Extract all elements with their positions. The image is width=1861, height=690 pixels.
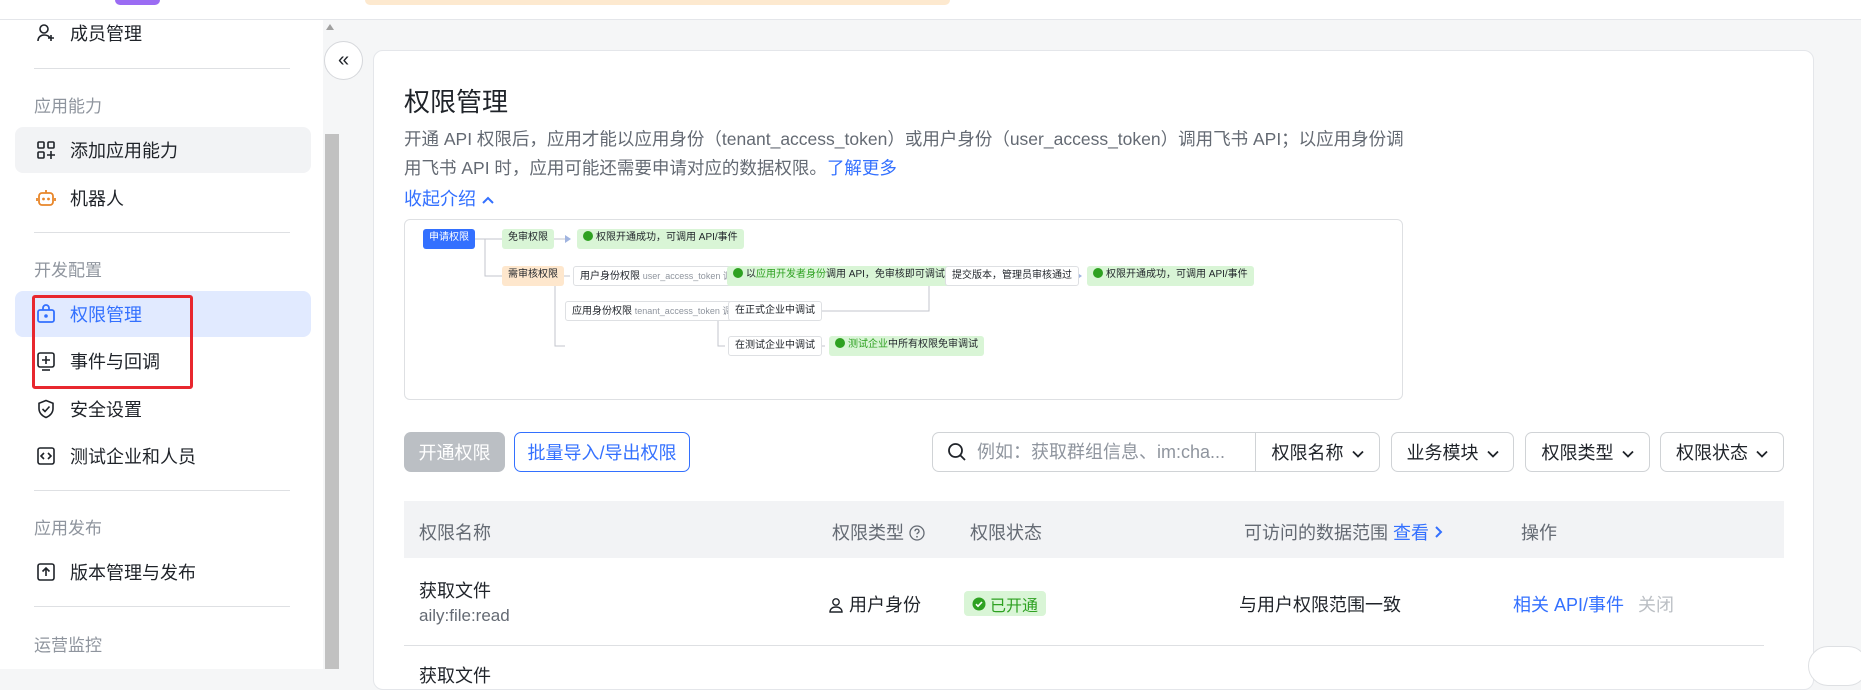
page-title: 权限管理 bbox=[404, 87, 509, 117]
search-icon bbox=[947, 442, 967, 462]
flow-node-submit: 提交版本，管理员审核通过 bbox=[945, 266, 1079, 286]
chevron-down-icon bbox=[1486, 442, 1499, 463]
close-permission-button[interactable]: 关闭 bbox=[1638, 591, 1674, 617]
sidebar-divider bbox=[34, 606, 290, 607]
user-icon bbox=[829, 598, 843, 613]
sidebar-group-release: 应用发布 bbox=[34, 519, 102, 538]
permission-type: 用户身份 bbox=[828, 591, 921, 617]
chevron-down-icon bbox=[1621, 442, 1634, 463]
check-circle-icon bbox=[972, 597, 986, 610]
page-description: 开通 API 权限后，应用才能以应用身份（tenant_access_token… bbox=[404, 125, 1404, 183]
sidebar-item-label: 版本管理与发布 bbox=[70, 563, 196, 583]
test-enterprise-icon bbox=[34, 444, 58, 468]
flow-node-success-2: 权限开通成功，可调用 API/事件 bbox=[1087, 266, 1254, 286]
member-add-icon bbox=[34, 21, 58, 45]
collapse-sidebar-button[interactable]: « bbox=[324, 41, 363, 80]
th-scope: 可访问的数据范围 查看 bbox=[1244, 519, 1443, 545]
scope-view-link[interactable]: 查看 bbox=[1393, 523, 1443, 543]
notice-banner bbox=[365, 0, 950, 5]
add-capability-icon bbox=[34, 138, 58, 162]
sidebar-scrollbar-thumb[interactable] bbox=[325, 134, 339, 669]
sidebar-group-monitor: 运营监控 bbox=[34, 636, 102, 655]
chevron-up-icon bbox=[481, 189, 495, 209]
expand-corner-button[interactable] bbox=[1808, 646, 1861, 686]
help-icon[interactable] bbox=[909, 525, 925, 541]
permission-name: 获取文件 bbox=[419, 666, 491, 686]
flow-node-apply: 申请权限 bbox=[423, 229, 475, 249]
search-box[interactable] bbox=[932, 432, 1256, 472]
flow-node-test-debug: 在测试企业中调试 bbox=[728, 336, 822, 356]
batch-import-export-button[interactable]: 批量导入/导出权限 bbox=[514, 432, 690, 472]
flow-node-free-review: 免审权限 bbox=[502, 229, 554, 249]
th-action: 操作 bbox=[1521, 523, 1557, 543]
double-chevron-left-icon: « bbox=[337, 49, 350, 71]
permission-name: 获取文件 bbox=[419, 581, 491, 601]
annotation-highlight-box bbox=[32, 295, 193, 389]
flow-node-test-free: 测试企业中所有权限免审调试 bbox=[829, 336, 984, 356]
th-name: 权限名称 bbox=[419, 523, 491, 543]
sidebar-item-robot[interactable]: 机器人 bbox=[15, 175, 311, 221]
sidebar-divider bbox=[34, 490, 290, 491]
sidebar-item-label: 测试企业和人员 bbox=[70, 447, 196, 467]
sidebar-item-label: 机器人 bbox=[70, 189, 124, 209]
learn-more-link[interactable]: 了解更多 bbox=[827, 158, 897, 178]
app-badge[interactable] bbox=[115, 0, 160, 5]
sidebar-item-label: 安全设置 bbox=[70, 400, 142, 420]
sidebar-divider bbox=[34, 232, 290, 233]
flow-connectors bbox=[467, 235, 1082, 347]
data-scope: 与用户权限范围一致 bbox=[1239, 595, 1401, 615]
check-icon bbox=[835, 338, 845, 348]
sidebar-item-release[interactable]: 版本管理与发布 bbox=[15, 549, 311, 595]
row-divider bbox=[404, 645, 1764, 646]
check-icon bbox=[733, 268, 743, 278]
search-input[interactable] bbox=[977, 441, 1237, 463]
sidebar-item-label: 添加应用能力 bbox=[70, 141, 178, 161]
open-permission-button[interactable]: 开通权限 bbox=[404, 432, 505, 472]
flow-node-app-identity: 应用身份权限 tenant_access_token 调用 bbox=[565, 301, 748, 321]
chevron-down-icon bbox=[1351, 442, 1364, 463]
sidebar-item-members[interactable]: 成员管理 bbox=[15, 10, 311, 56]
scroll-up-arrow-icon[interactable] bbox=[326, 24, 334, 30]
permission-scope-code: aily:file:read bbox=[419, 606, 510, 625]
filter-permission-type[interactable]: 权限类型 bbox=[1525, 432, 1650, 472]
collapse-intro-label: 收起介绍 bbox=[404, 189, 476, 209]
shield-icon bbox=[34, 397, 58, 421]
chevron-right-icon bbox=[1435, 526, 1443, 538]
sidebar-item-label: 成员管理 bbox=[70, 24, 142, 44]
chevron-down-icon bbox=[1756, 442, 1768, 463]
description-line-1: 开通 API 权限后，应用才能以应用身份（tenant_access_token… bbox=[404, 129, 1404, 149]
filter-permission-name[interactable]: 权限名称 bbox=[1255, 432, 1380, 472]
sidebar-item-security[interactable]: 安全设置 bbox=[15, 386, 311, 432]
sidebar-item-add-capability[interactable]: 添加应用能力 bbox=[15, 127, 311, 173]
filter-business-module[interactable]: 业务模块 bbox=[1391, 432, 1514, 472]
collapse-intro-link[interactable]: 收起介绍 bbox=[404, 185, 495, 211]
sidebar-divider bbox=[34, 68, 290, 69]
sidebar-group-dev-config: 开发配置 bbox=[34, 261, 102, 280]
sidebar-item-test-enterprise[interactable]: 测试企业和人员 bbox=[15, 433, 311, 479]
upload-icon bbox=[34, 560, 58, 584]
flow-node-user-identity: 用户身份权限 user_access_token 调用 bbox=[573, 266, 748, 286]
th-type: 权限类型 bbox=[832, 519, 925, 545]
filter-permission-status[interactable]: 权限状态 bbox=[1660, 432, 1784, 472]
sidebar-group-capability: 应用能力 bbox=[34, 97, 102, 116]
flow-node-formal-debug: 在正式企业中调试 bbox=[728, 301, 822, 321]
description-line-2: 用飞书 API 时，应用可能还需要申请对应的数据权限。 bbox=[404, 158, 827, 178]
status-badge: 已开通 bbox=[964, 591, 1047, 616]
robot-icon bbox=[34, 186, 58, 210]
flow-node-dev-identity: 以应用开发者身份调用 API，免审核即可调试 bbox=[727, 266, 951, 286]
flow-node-success-1: 权限开通成功，可调用 API/事件 bbox=[577, 229, 744, 249]
check-icon bbox=[1093, 268, 1103, 278]
permission-flow-diagram: 申请权限 免审权限 权限开通成功，可调用 API/事件 需审核权限 用户身份权限… bbox=[404, 219, 1403, 400]
flow-node-need-review: 需审核权限 bbox=[502, 266, 564, 286]
th-status: 权限状态 bbox=[970, 523, 1042, 543]
related-api-link[interactable]: 相关 API/事件 bbox=[1513, 591, 1624, 617]
check-icon bbox=[583, 231, 593, 241]
table-header: 权限名称 权限类型 权限状态 可访问的数据范围 查看 操作 bbox=[404, 501, 1784, 558]
